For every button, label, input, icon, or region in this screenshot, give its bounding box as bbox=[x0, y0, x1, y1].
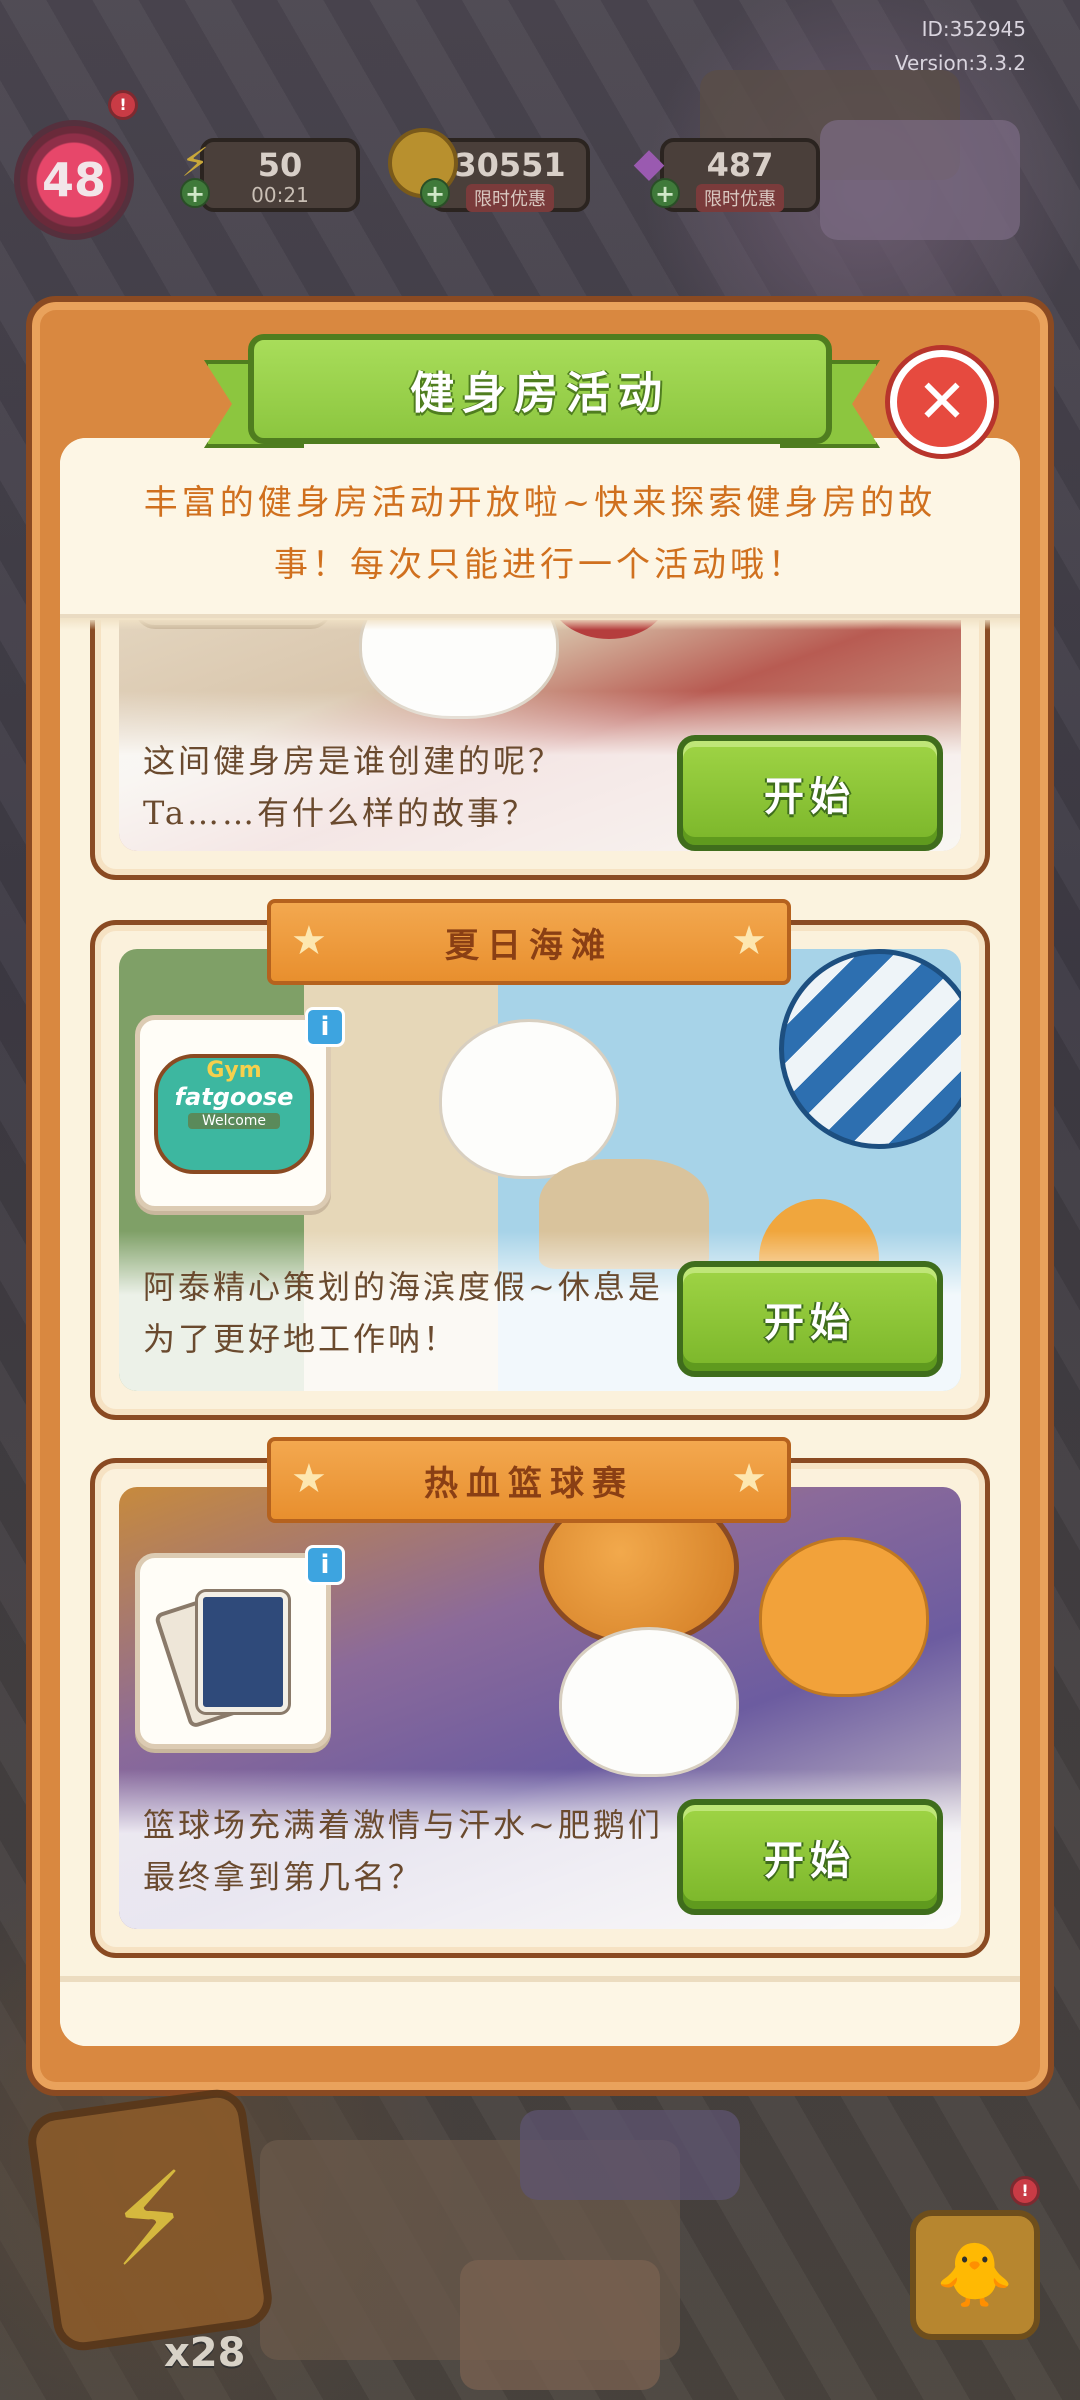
activity-card-basketball: ★ 热血篮球赛 ★ i 篮球场充满着激情与汗水~肥鹅们最终拿到第几名？ 开始 bbox=[90, 1437, 990, 1958]
dialog-bottom-edge bbox=[60, 1976, 1020, 2046]
sign-fatgoose-text: fatgoose bbox=[174, 1083, 294, 1111]
activity-title: 热血篮球赛 bbox=[424, 1463, 634, 1504]
activity-list[interactable]: ✔ 这间健身房是谁创建的呢？Ta……有什么样的故事？ 开始 ★ 夏日海滩 ★ G… bbox=[60, 620, 1020, 1970]
notification-dot: ! bbox=[108, 90, 138, 120]
dialog-title-ribbon: 健身房活动 bbox=[248, 334, 832, 444]
lightning-icon: ⚡ bbox=[98, 2145, 202, 2295]
goose-icon: 🐥 bbox=[936, 2238, 1014, 2311]
level-badge[interactable]: 48 bbox=[14, 120, 134, 240]
star-icon: ★ bbox=[291, 918, 327, 964]
info-icon[interactable]: i bbox=[305, 1545, 345, 1585]
start-button-origin[interactable]: 开始 bbox=[677, 735, 943, 851]
player-id: ID:352945 bbox=[921, 17, 1026, 41]
dialog-title: 健身房活动 bbox=[410, 368, 670, 419]
item-count: x28 bbox=[164, 2330, 246, 2376]
list-top-shadow bbox=[60, 618, 1020, 630]
background-furniture bbox=[520, 2110, 740, 2200]
goose-character bbox=[439, 1019, 619, 1179]
energy-timer: 00:21 bbox=[251, 183, 309, 207]
photo-card bbox=[198, 1592, 288, 1712]
activity-description: 篮球场充满着激情与汗水~肥鹅们最终拿到第几名？ bbox=[143, 1806, 663, 1896]
start-button-label: 开始 bbox=[764, 1837, 856, 1884]
gem-sale-tag[interactable]: 限时优惠 bbox=[696, 184, 784, 212]
activity-title-band: ★ 夏日海滩 ★ bbox=[267, 899, 791, 985]
beach-ball bbox=[779, 949, 961, 1149]
star-icon: ★ bbox=[291, 1456, 327, 1502]
goose-player bbox=[759, 1537, 929, 1697]
background-furniture bbox=[820, 120, 1020, 240]
reward-thumbnail[interactable] bbox=[135, 1553, 331, 1749]
close-icon: ✕ bbox=[916, 367, 968, 437]
activity-card-origin: ✔ 这间健身房是谁创建的呢？Ta……有什么样的故事？ 开始 bbox=[90, 620, 990, 880]
sign-welcome-text: Welcome bbox=[188, 1113, 280, 1129]
hud-id-block: ID:352945 Version:3.3.2 bbox=[895, 12, 1026, 80]
energy-action-button[interactable]: ⚡ bbox=[24, 2085, 276, 2355]
activity-description: 这间健身房是谁创建的呢？Ta……有什么样的故事？ bbox=[143, 742, 564, 832]
fatgoose-gym-sign-icon: Gym fatgoose Welcome bbox=[154, 1054, 314, 1174]
activity-title-band: ★ 热血篮球赛 ★ bbox=[267, 1437, 791, 1523]
photo-cards-icon bbox=[153, 1587, 290, 1729]
coin-plus-button[interactable]: + bbox=[420, 178, 450, 208]
activity-card-summer-beach: ★ 夏日海滩 ★ Gym fatgoose Welcome i 阿泰精心策划的海… bbox=[90, 899, 990, 1420]
level-value: 48 bbox=[41, 153, 106, 207]
coin-sale-tag[interactable]: 限时优惠 bbox=[466, 184, 554, 212]
start-button-summer-beach[interactable]: 开始 bbox=[677, 1261, 943, 1377]
info-icon[interactable]: i bbox=[305, 1007, 345, 1047]
energy-plus-button[interactable]: + bbox=[180, 178, 210, 208]
activity-description: 阿泰精心策划的海滨度假~休息是为了更好地工作呐！ bbox=[143, 1268, 663, 1358]
background-furniture bbox=[460, 2260, 660, 2390]
game-version: Version:3.3.2 bbox=[894, 51, 1026, 75]
gem-counter[interactable]: 487 限时优惠 bbox=[660, 138, 820, 212]
sign-gym-text: Gym bbox=[206, 1058, 262, 1083]
notification-dot: ! bbox=[1010, 2176, 1040, 2206]
close-button[interactable]: ✕ bbox=[890, 350, 994, 454]
start-button-label: 开始 bbox=[764, 773, 856, 820]
reward-thumbnail[interactable]: Gym fatgoose Welcome bbox=[135, 1015, 331, 1211]
goose-player bbox=[559, 1627, 739, 1777]
gem-value: 487 bbox=[706, 146, 774, 184]
start-button-basketball[interactable]: 开始 bbox=[677, 1799, 943, 1915]
goose-menu-button[interactable]: 🐥 bbox=[910, 2210, 1040, 2340]
start-button-label: 开始 bbox=[764, 1299, 856, 1346]
gem-plus-button[interactable]: + bbox=[650, 178, 680, 208]
star-icon: ★ bbox=[731, 1456, 767, 1502]
dialog-description: 丰富的健身房活动开放啦~快来探索健身房的故事！每次只能进行一个活动哦！ bbox=[143, 483, 937, 585]
activity-title: 夏日海滩 bbox=[445, 925, 613, 966]
star-icon: ★ bbox=[731, 918, 767, 964]
